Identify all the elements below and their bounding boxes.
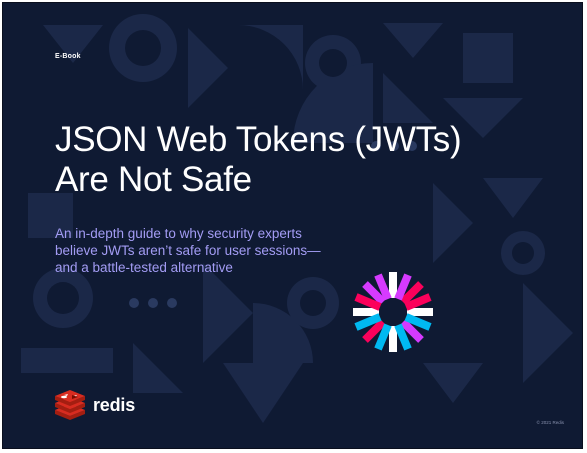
- document-title: JSON Web Tokens (JWTs) Are Not Safe: [55, 120, 462, 199]
- copyright-text: © 2021 Redis: [536, 420, 564, 425]
- ebook-cover: E-Book JSON Web Tokens (JWTs) Are Not Sa…: [2, 2, 583, 449]
- jwt-logo-icon: [353, 272, 433, 352]
- document-subtitle: An in-depth guide to why security expert…: [55, 226, 321, 275]
- brand-name: redis: [93, 394, 136, 415]
- redis-logo-icon: [55, 390, 85, 420]
- redis-logo: redis: [53, 388, 135, 422]
- document-type-label: E-Book: [55, 53, 81, 60]
